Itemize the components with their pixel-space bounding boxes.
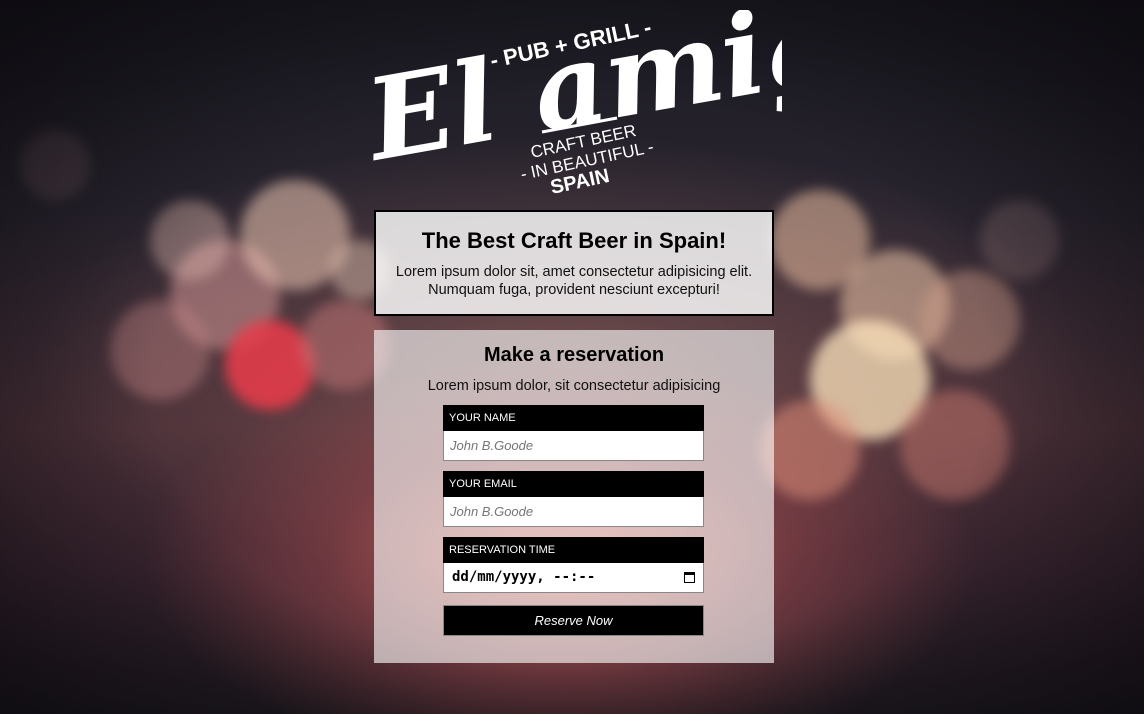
name-field: YOUR NAME John B.Goode xyxy=(443,405,704,461)
reservation-subtitle: Lorem ipsum dolor, sit consectetur adipi… xyxy=(427,378,721,394)
hero-title: The Best Craft Beer in Spain! xyxy=(421,228,727,253)
name-label: YOUR NAME xyxy=(443,405,704,431)
reservation-time-field: RESERVATION TIME dd/mm/yyyy, --:-- xyxy=(443,537,704,593)
reservation-time-label: RESERVATION TIME xyxy=(443,537,704,563)
reserve-now-button[interactable]: Reserve Now xyxy=(443,605,704,636)
name-input[interactable]: John B.Goode xyxy=(443,431,704,461)
el-amigo-logo: - PUB + GRILL - El amigo CRAFT BEER - IN… xyxy=(372,10,782,200)
email-label: YOUR EMAIL xyxy=(443,471,704,497)
reservation-form: Make a reservation Lorem ipsum dolor, si… xyxy=(374,330,774,663)
email-input[interactable]: John B.Goode xyxy=(443,497,704,527)
email-field: YOUR EMAIL John B.Goode xyxy=(443,471,704,527)
reservation-time-value: dd/mm/yyyy, --:-- xyxy=(452,569,596,585)
reservation-title: Make a reservation xyxy=(483,344,665,366)
reservation-time-input[interactable]: dd/mm/yyyy, --:-- xyxy=(443,563,704,593)
calendar-icon[interactable] xyxy=(684,572,695,583)
hero-text: Lorem ipsum dolor sit, amet consectetur … xyxy=(395,264,753,298)
hero-box: The Best Craft Beer in Spain! Lorem ipsu… xyxy=(374,210,774,316)
